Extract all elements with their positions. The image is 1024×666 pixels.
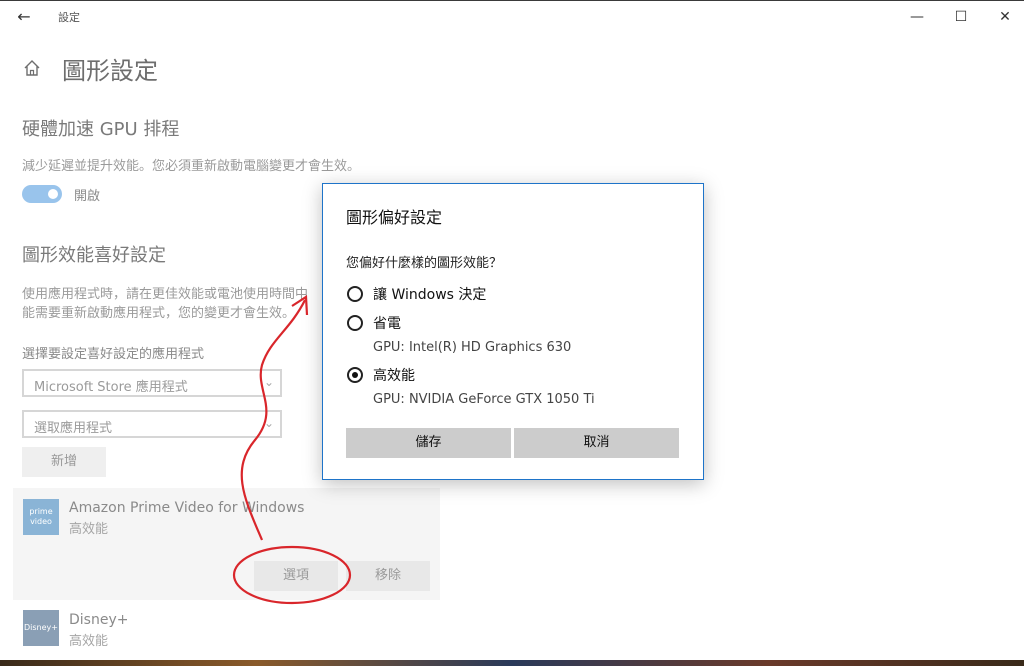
arrow-head [291, 295, 309, 316]
red-annotation [232, 295, 352, 605]
annotation-arrow [240, 299, 306, 541]
annotation-circle [232, 545, 352, 605]
